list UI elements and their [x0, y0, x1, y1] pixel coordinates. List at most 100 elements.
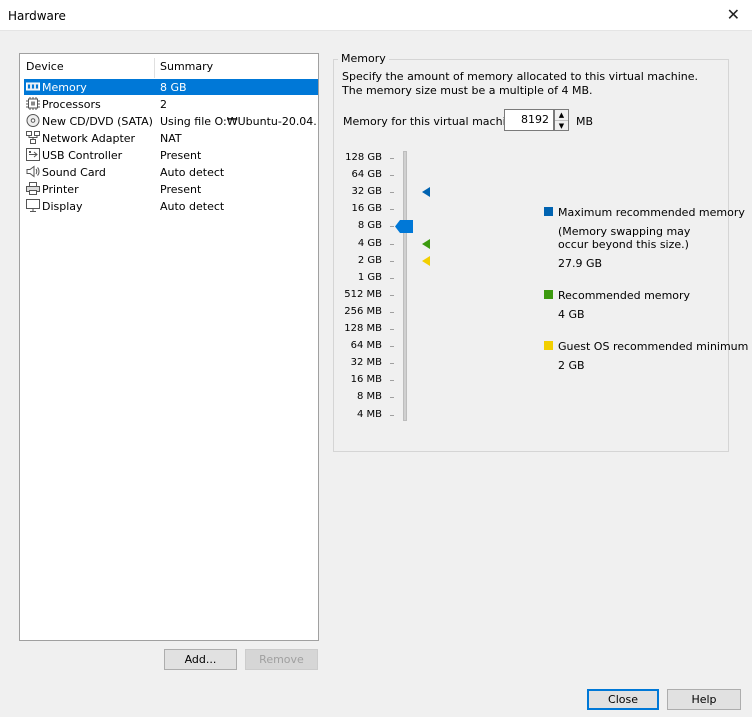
memory-description: Specify the amount of memory allocated t… — [342, 70, 699, 97]
legend-note: occur beyond this size.) — [558, 238, 689, 251]
scale-tick — [390, 346, 394, 348]
display-icon — [26, 199, 40, 212]
device-name: New CD/DVD (SATA) — [42, 115, 153, 128]
scale-tick — [390, 329, 394, 330]
max-recommended-marker — [422, 187, 430, 198]
device-name: Printer — [42, 183, 79, 196]
close-button[interactable]: Close — [587, 689, 659, 710]
memory-slider-thumb[interactable] — [395, 220, 413, 234]
memory-unit: MB — [576, 115, 594, 128]
legend-swatch-guest-min — [544, 341, 553, 350]
spin-up-icon[interactable]: ▲ — [555, 110, 568, 120]
scale-tick — [390, 397, 394, 399]
device-row-usb-controller[interactable]: USB Controller Present — [24, 147, 318, 163]
memory-size-input[interactable]: 8192 — [504, 109, 554, 131]
processor-icon — [26, 97, 40, 110]
device-row-network-adapter[interactable]: Network Adapter NAT — [24, 130, 318, 146]
device-summary: NAT — [160, 132, 182, 145]
sound-card-icon — [26, 165, 40, 178]
device-name: Network Adapter — [42, 132, 136, 145]
guest-min-marker — [422, 255, 430, 266]
scale-tick — [390, 277, 394, 279]
scale-label: 64 GB — [351, 169, 382, 181]
legend-swatch-recommended — [544, 290, 553, 299]
window-title: Hardware — [8, 9, 66, 23]
legend-label: Guest OS recommended minimum — [558, 340, 749, 353]
scale-label: 256 MB — [344, 305, 382, 317]
legend-swatch-maximum — [544, 207, 553, 216]
device-summary: Using file O:₩Ubuntu-20.04... — [160, 115, 316, 128]
device-row-sound-card[interactable]: Sound Card Auto detect — [24, 164, 318, 180]
scale-label: 128 GB — [345, 152, 382, 163]
device-name: Memory — [42, 81, 87, 94]
device-summary: Present — [160, 149, 202, 162]
scale-label: 64 MB — [350, 340, 382, 352]
device-name: USB Controller — [42, 149, 123, 162]
scale-label: 1 GB — [357, 271, 382, 283]
legend-label: Recommended memory — [558, 289, 691, 302]
memory-group-title: Memory — [338, 52, 389, 65]
legend-note: (Memory swapping may — [558, 225, 691, 238]
scale-label: 4 MB — [356, 408, 382, 420]
scale-label: 32 GB — [351, 186, 382, 198]
legend-value: 4 GB — [558, 308, 585, 321]
network-adapter-icon — [26, 131, 40, 144]
device-row-memory[interactable]: Memory 8 GB — [24, 79, 318, 95]
device-summary: Auto detect — [160, 200, 225, 213]
remove-device-button[interactable]: Remove — [245, 649, 318, 670]
memory-input-label: Memory for this virtual machine: — [343, 115, 524, 128]
device-summary: 2 — [160, 98, 167, 111]
device-row-printer[interactable]: Printer Present — [24, 181, 318, 197]
scale-label: 128 MB — [344, 323, 382, 334]
scale-label: 16 MB — [350, 374, 382, 386]
memory-spinner[interactable]: ▲ ▼ — [554, 109, 569, 131]
device-list[interactable]: Device Summary Memory 8 GB Processors 2 … — [19, 53, 319, 641]
scale-tick — [390, 294, 394, 296]
scale-tick — [390, 311, 394, 313]
scale-tick — [390, 414, 394, 416]
memory-slider-track[interactable] — [403, 151, 407, 421]
device-row-processors[interactable]: Processors 2 — [24, 96, 318, 112]
device-summary: Auto detect — [160, 166, 225, 179]
scale-tick — [390, 380, 394, 382]
spin-down-icon[interactable]: ▼ — [555, 120, 568, 130]
scale-tick — [390, 158, 394, 159]
scale-label: 16 GB — [351, 203, 382, 215]
device-summary: 8 GB — [160, 81, 187, 94]
scale-tick — [390, 175, 394, 177]
scale-tick — [390, 260, 394, 262]
column-header-device[interactable]: Device — [26, 60, 64, 73]
device-row-display[interactable]: Display Auto detect — [24, 198, 318, 214]
scale-tick — [390, 209, 394, 211]
scale-tick — [390, 226, 394, 228]
title-bar: Hardware ✕ — [0, 0, 752, 31]
scale-label: 8 GB — [357, 220, 382, 232]
device-list-header: Device Summary — [20, 58, 318, 78]
device-name: Processors — [42, 98, 101, 111]
column-separator — [154, 58, 155, 78]
scale-tick — [390, 243, 394, 245]
column-header-summary[interactable]: Summary — [160, 60, 213, 73]
device-row-cd-dvd[interactable]: New CD/DVD (SATA) Using file O:₩Ubuntu-2… — [24, 113, 318, 129]
window-close-icon[interactable]: ✕ — [727, 5, 740, 24]
scale-label: 4 GB — [357, 237, 382, 249]
scale-tick — [390, 192, 394, 194]
scale-label: 2 GB — [357, 254, 382, 266]
cd-dvd-icon — [26, 114, 40, 127]
scale-label: 8 MB — [356, 391, 382, 403]
legend-value: 2 GB — [558, 359, 585, 372]
add-device-button[interactable]: Add... — [164, 649, 237, 670]
help-button[interactable]: Help — [667, 689, 741, 710]
scale-label: 512 MB — [344, 288, 382, 300]
device-summary: Present — [160, 183, 202, 196]
scale-tick — [390, 363, 394, 365]
legend-value: 27.9 GB — [558, 257, 603, 270]
scale-label: 32 MB — [350, 357, 382, 369]
memory-icon — [26, 82, 40, 91]
printer-icon — [26, 182, 40, 195]
legend-label: Maximum recommended memory — [558, 206, 745, 219]
usb-controller-icon — [26, 148, 40, 161]
device-name: Display — [42, 200, 83, 213]
device-name: Sound Card — [42, 166, 106, 179]
recommended-marker — [422, 238, 430, 249]
